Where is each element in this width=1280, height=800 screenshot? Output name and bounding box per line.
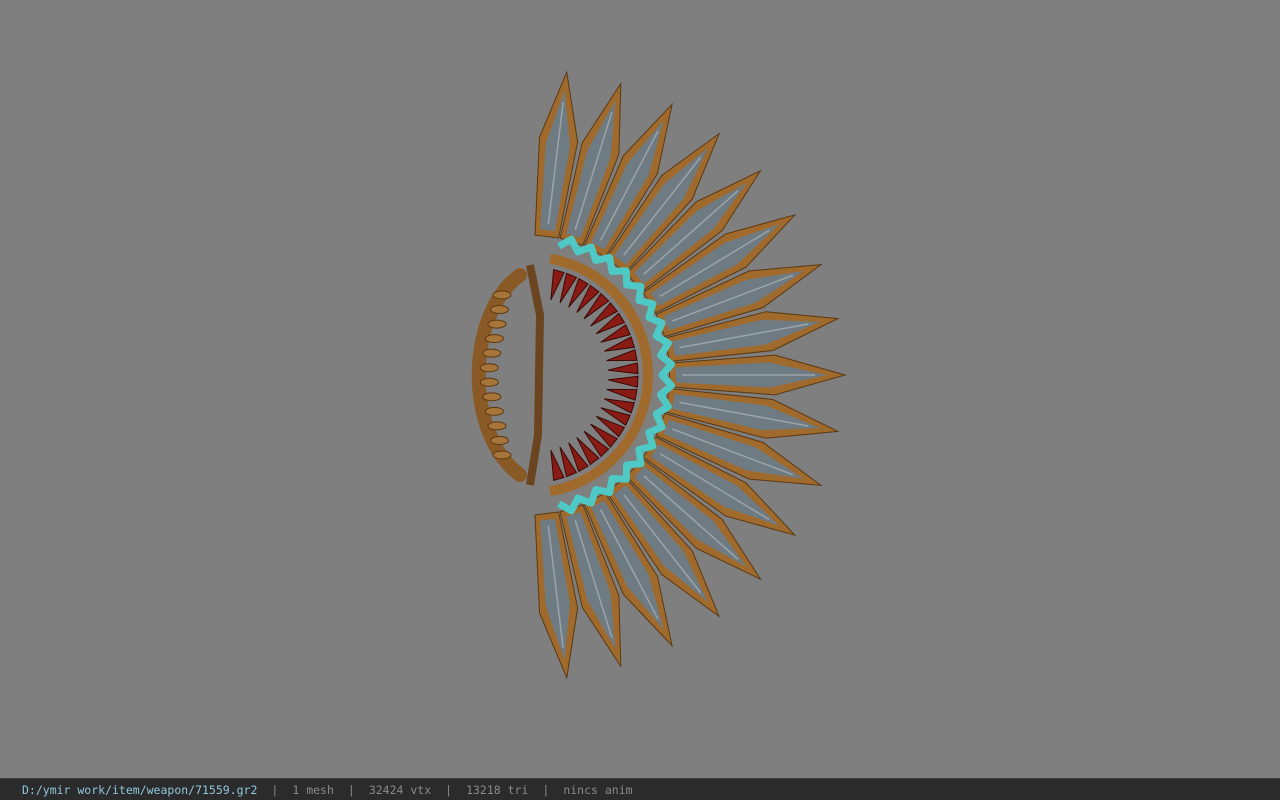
animation-status: nincs anim bbox=[563, 782, 633, 797]
mesh-count: 1 mesh bbox=[292, 782, 334, 797]
grip-ring bbox=[484, 334, 504, 344]
grip-ring bbox=[492, 450, 512, 460]
grip-ring bbox=[482, 392, 502, 402]
grip-ring bbox=[487, 421, 507, 431]
grip-ring bbox=[482, 348, 502, 358]
separator: | bbox=[542, 782, 550, 797]
3d-viewport[interactable] bbox=[0, 0, 1280, 778]
separator: | bbox=[271, 782, 279, 797]
red-tooth bbox=[607, 362, 639, 375]
separator: | bbox=[347, 782, 355, 797]
red-tooth bbox=[607, 375, 639, 388]
grip bbox=[471, 268, 527, 482]
grip-ring bbox=[479, 363, 499, 373]
status-bar: D:/ymir work/item/weapon/71559.gr2 | 1 m… bbox=[0, 778, 1280, 800]
fan-weapon-model[interactable] bbox=[0, 0, 1280, 778]
grip-ring bbox=[492, 290, 512, 300]
grip-ring bbox=[479, 377, 499, 387]
weapon-handle bbox=[471, 264, 545, 486]
grip-ring bbox=[487, 319, 507, 329]
separator: | bbox=[445, 782, 453, 797]
frame-spine bbox=[526, 264, 545, 486]
triangle-count: 13218 tri bbox=[466, 782, 529, 797]
vertex-count: 32424 vtx bbox=[368, 782, 432, 797]
file-path: D:/ymir work/item/weapon/71559.gr2 bbox=[22, 782, 258, 797]
red-tooth bbox=[606, 349, 638, 362]
grip-ring bbox=[489, 435, 509, 445]
grip-ring bbox=[489, 305, 509, 315]
grip-ring bbox=[484, 406, 504, 416]
fan-blades bbox=[534, 70, 847, 680]
red-tooth bbox=[606, 388, 638, 401]
